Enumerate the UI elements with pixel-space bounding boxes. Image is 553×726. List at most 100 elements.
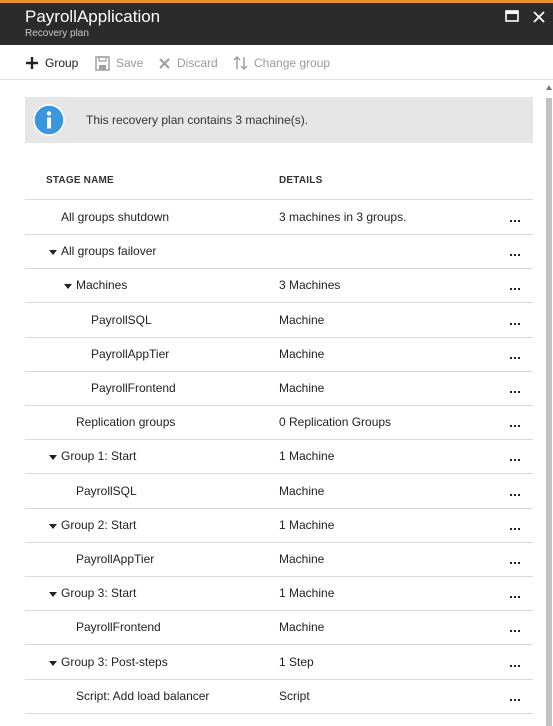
- stage-details: 3 Machines: [279, 278, 341, 293]
- ellipsis-dot: [510, 322, 512, 325]
- more-options-icon[interactable]: [504, 517, 526, 537]
- stage-name: Group 3: Start: [61, 586, 137, 601]
- ellipsis-dot: [514, 493, 516, 496]
- save-button[interactable]: Save: [95, 54, 143, 72]
- more-options-icon[interactable]: [504, 380, 526, 400]
- ellipsis-dot: [510, 220, 512, 222]
- ellipsis-dot: [510, 664, 512, 667]
- table-row[interactable]: Replication groups 0 Replication Groups: [25, 405, 533, 441]
- ellipsis-dot: [510, 425, 512, 428]
- save-button-label: Save: [116, 56, 144, 70]
- table-row[interactable]: Group 1: Start 1 Machine: [25, 439, 533, 475]
- table-row[interactable]: PayrollSQL Machine: [25, 474, 533, 509]
- stage-details: 1 Machine: [279, 586, 335, 601]
- more-options-icon[interactable]: [504, 209, 526, 229]
- change-group-button[interactable]: Change group: [233, 54, 330, 72]
- more-options-icon[interactable]: [504, 483, 526, 503]
- stage-name: Group 3: Post-steps: [61, 654, 168, 669]
- save-icon: [95, 55, 110, 71]
- table-row[interactable]: PayrollFrontend Machine: [25, 371, 533, 406]
- ellipsis-dot: [510, 493, 512, 496]
- ellipsis-dot: [510, 254, 512, 257]
- column-header-stage-name: STAGE NAME: [46, 175, 114, 186]
- info-banner: This recovery plan contains 3 machine(s)…: [25, 97, 533, 143]
- more-options-icon[interactable]: [504, 312, 526, 332]
- stage-name: PayrollFrontend: [76, 620, 161, 635]
- stage-details: Machine: [279, 552, 325, 566]
- table-row[interactable]: All groups shutdown 3 machines in 3 group…: [25, 200, 533, 235]
- stage-name: All groups shutdown: [61, 210, 170, 224]
- ellipsis-dot: [514, 562, 516, 564]
- table-row[interactable]: Group 3: Post-steps 1 Step: [25, 645, 533, 680]
- stage-name: Replication groups: [76, 415, 176, 430]
- table-row[interactable]: PayrollAppTier Machine: [25, 337, 533, 372]
- ellipsis-dot: [510, 288, 512, 291]
- stage-details: Script: [279, 688, 310, 703]
- ellipsis-dot: [514, 527, 516, 530]
- more-options-icon[interactable]: [504, 688, 526, 708]
- more-options-icon[interactable]: [504, 654, 526, 674]
- ellipsis-dot: [518, 425, 520, 428]
- group-button[interactable]: Group: [25, 54, 78, 72]
- stage-name: PayrollSQL: [76, 483, 137, 498]
- ellipsis-dot: [514, 425, 516, 428]
- table-row[interactable]: Script: Add load balancer Script: [25, 679, 533, 714]
- expand-triangle-icon[interactable]: [49, 250, 57, 256]
- more-options-icon[interactable]: [504, 619, 526, 639]
- more-options-icon[interactable]: [504, 551, 526, 571]
- info-icon: [33, 104, 65, 136]
- more-options-icon[interactable]: [504, 585, 526, 605]
- change-group-icon: [233, 55, 248, 71]
- ellipsis-dot: [514, 356, 516, 359]
- discard-button[interactable]: Discard: [158, 54, 218, 72]
- vertical-scrollbar[interactable]: [545, 80, 553, 726]
- more-options-icon[interactable]: [504, 243, 526, 263]
- expand-triangle-icon[interactable]: [49, 592, 57, 598]
- table-row[interactable]: PayrollSQL Machine: [25, 303, 533, 338]
- ellipsis-dot: [514, 459, 516, 462]
- expand-triangle-icon[interactable]: [64, 284, 72, 290]
- ellipsis-dot: [510, 698, 512, 701]
- stage-details: Machine: [279, 620, 325, 635]
- ellipsis-dot: [514, 664, 516, 667]
- table-row[interactable]: Machines 3 Machines: [25, 268, 533, 304]
- group-button-label: Group: [45, 56, 79, 70]
- more-options-icon[interactable]: [504, 448, 526, 468]
- ellipsis-dot: [518, 459, 520, 462]
- stage-name: Group 1: Start: [61, 449, 137, 464]
- close-icon[interactable]: [530, 8, 548, 26]
- more-options-icon[interactable]: [504, 277, 526, 297]
- table-header: STAGE NAME DETAILS: [25, 164, 533, 200]
- expand-triangle-icon[interactable]: [49, 523, 57, 529]
- ellipsis-dot: [514, 322, 516, 325]
- ellipsis-dot: [510, 459, 512, 462]
- expand-triangle-icon[interactable]: [49, 455, 57, 461]
- table-row[interactable]: PayrollAppTier Machine: [25, 542, 533, 577]
- table-row[interactable]: PayrollFrontend Machine: [25, 610, 533, 646]
- stage-details: Machine: [279, 381, 325, 395]
- table-row[interactable]: All groups failover: [25, 234, 533, 270]
- blade-subtitle: Recovery plan: [25, 28, 89, 39]
- ellipsis-dot: [518, 664, 520, 667]
- accent-stripe: [0, 0, 553, 3]
- expand-triangle-icon[interactable]: [49, 660, 57, 666]
- ellipsis-dot: [518, 527, 520, 530]
- scrollbar-thumb[interactable]: [546, 98, 552, 726]
- ellipsis-dot: [518, 356, 520, 359]
- maximize-icon[interactable]: [503, 8, 521, 26]
- scroll-up-arrow-icon[interactable]: [546, 85, 552, 90]
- stage-name: PayrollSQL: [91, 312, 152, 327]
- ellipsis-dot: [514, 391, 516, 393]
- table-row[interactable]: Group 3: Start 1 Machine: [25, 576, 533, 612]
- blade-content: This recovery plan contains 3 machine(s)…: [0, 80, 545, 726]
- ellipsis-dot: [514, 288, 516, 291]
- ellipsis-dot: [514, 596, 516, 599]
- more-options-icon[interactable]: [504, 414, 526, 434]
- stage-name: Machines: [76, 278, 128, 293]
- ellipsis-dot: [510, 596, 512, 599]
- ellipsis-dot: [518, 254, 520, 257]
- ellipsis-dot: [518, 493, 520, 496]
- table-row[interactable]: Group 2: Start 1 Machine: [25, 508, 533, 543]
- more-options-icon[interactable]: [504, 346, 526, 366]
- plus-icon: [26, 57, 38, 69]
